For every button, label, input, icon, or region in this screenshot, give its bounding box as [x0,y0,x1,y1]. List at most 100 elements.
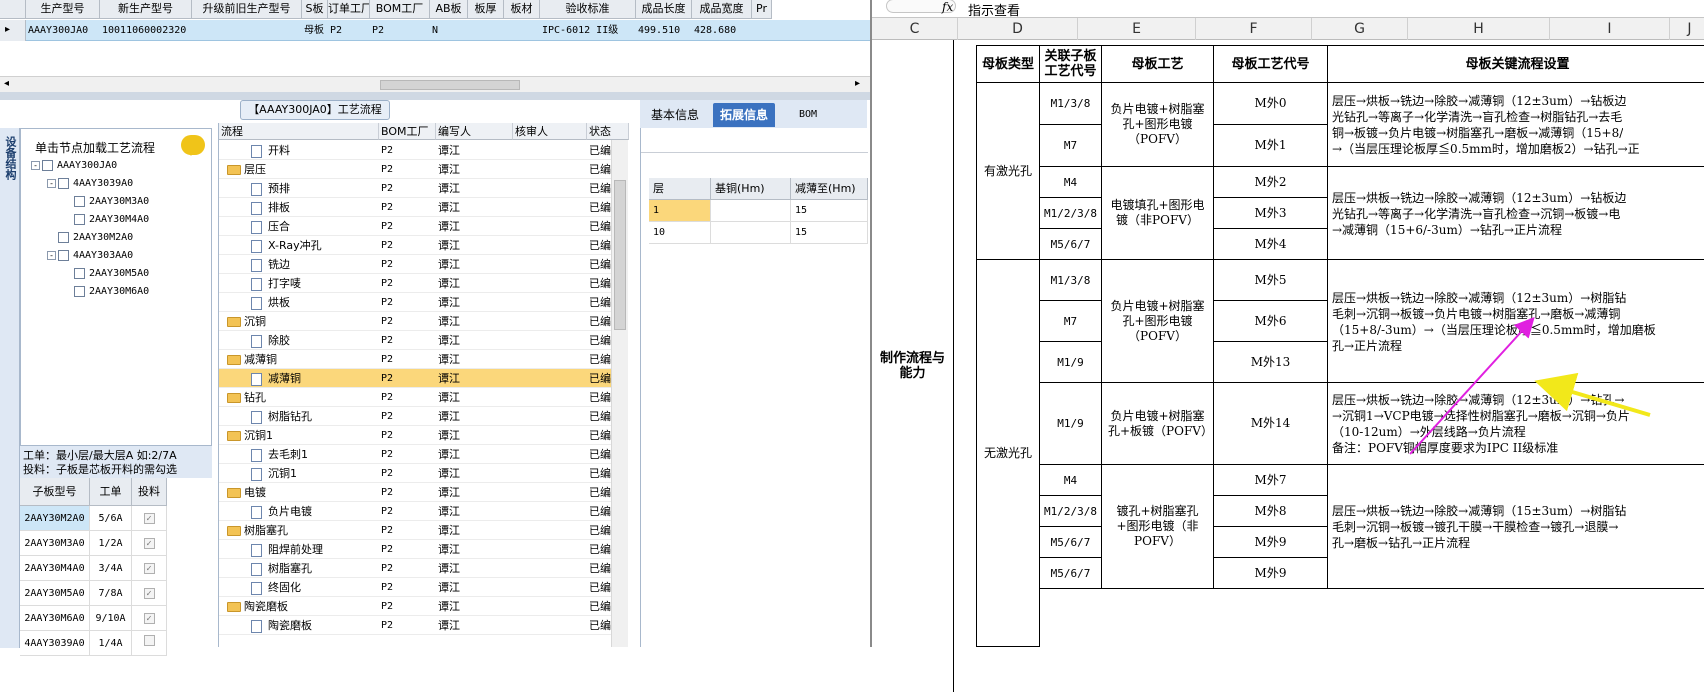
process-name-cell[interactable]: 排板 [251,198,379,217]
mother-code-cell[interactable]: M外5 [1214,260,1328,301]
mother-code-cell[interactable]: M外8 [1214,496,1328,527]
column-header-H[interactable]: H [1408,18,1550,40]
process-name-cell[interactable]: 陶瓷磨板 [251,616,379,635]
sub-feed-cell[interactable] [132,631,167,656]
tree-node[interactable]: 2AAY30M3A0 [63,193,149,210]
tree-expand-icon[interactable]: - [31,160,40,170]
mother-code-cell[interactable]: M外7 [1214,465,1328,496]
grid-cell[interactable]: AAAY300JA0 [26,20,100,41]
type-nolaser[interactable]: 无激光孔 [976,260,1040,647]
scroll-thumb[interactable] [380,80,520,90]
ext-thin-cell[interactable]: 15 [791,200,868,222]
process-row[interactable]: 树脂塞孔P2谭江已编写 [219,559,617,578]
mother-code-cell[interactable]: M外6 [1214,301,1328,342]
grid-cell[interactable] [752,20,772,41]
mother-code-cell[interactable]: M外3 [1214,198,1328,229]
process-row[interactable]: 铣边P2谭江已编写 [219,255,617,274]
tab-extended-info[interactable]: 拓展信息 [713,103,776,127]
col-header-7[interactable]: 板厚 [468,0,504,19]
process-name-cell[interactable]: 终固化 [251,578,379,597]
process-name-cell[interactable]: 沉铜1 [227,426,379,445]
tree-node[interactable]: - 4AAY3039A0 [47,175,133,192]
mother-code-cell[interactable]: M外1 [1214,125,1328,167]
sub-code-cell[interactable]: M1/2/3/8 [1040,496,1102,527]
grid-cell[interactable] [192,20,302,41]
tree-node[interactable]: 2AAY30M5A0 [63,265,149,282]
horizontal-scrollbar[interactable]: ◂ ▸ [0,76,870,92]
grid-cell[interactable]: N [430,20,468,41]
grid-cell[interactable]: 428.680 [692,20,752,41]
col-header-layer[interactable]: 层 [649,178,711,200]
sub-feed-cell[interactable]: ✓ [132,531,167,556]
sub-order-cell[interactable]: 3/4A [90,556,132,581]
sub-code-cell[interactable]: M5/6/7 [1040,527,1102,558]
col-header-reviewer[interactable]: 核审人 [513,123,587,140]
section-label[interactable]: 制作流程与能力 [872,40,954,692]
col-header-bom[interactable]: BOM工厂 [379,123,436,140]
craft-cell[interactable]: 负片电镀+树脂塞孔+图形电镀（POFV） [1102,260,1214,383]
sub-code-cell[interactable]: M1/3/8 [1040,83,1102,125]
sub-order-cell[interactable]: 9/10A [90,606,132,631]
mother-code-cell[interactable]: M外0 [1214,83,1328,125]
process-row[interactable]: 压合P2谭江已编写 [219,217,617,236]
process-name-cell[interactable]: 沉铜 [227,312,379,331]
grid-cell[interactable]: IPC-6012 II级 [540,20,636,41]
process-row[interactable]: 沉铜1P2谭江已编写 [219,426,617,445]
sub-code-cell[interactable]: M1/9 [1040,342,1102,383]
col-header-8[interactable]: 板材 [504,0,540,19]
column-header-J[interactable]: J [1670,18,1704,40]
grid-cell[interactable]: 499.510 [636,20,692,41]
process-name-cell[interactable]: 开料 [251,141,379,160]
craft-cell[interactable]: 电镀填孔+图形电镀（非POFV） [1102,167,1214,260]
process-name-cell[interactable]: 减薄铜 [227,350,379,369]
grid-cell[interactable] [468,20,504,41]
ext-layer-cell[interactable]: 1 [649,200,711,222]
craft-cell[interactable]: 镀孔+树脂塞孔+图形电镀（非POFV） [1102,465,1214,589]
sub-model-cell[interactable]: 4AAY3039A0 [20,631,90,656]
process-row[interactable]: 预排P2谭江已编写 [219,179,617,198]
sub-code-cell[interactable]: M1/2/3/8 [1040,198,1102,229]
process-name-cell[interactable]: 烘板 [251,293,379,312]
process-row[interactable]: 阻焊前处理P2谭江已编写 [219,540,617,559]
process-row[interactable]: 去毛刺1P2谭江已编写 [219,445,617,464]
col-header-1[interactable]: 新生产型号 [100,0,192,19]
sub-feed-cell[interactable]: ✓ [132,606,167,631]
table-header-2[interactable]: 母板工艺 [1102,45,1214,83]
col-header-2[interactable]: 升级前旧生产型号 [192,0,302,19]
process-name-cell[interactable]: 减薄铜 [251,369,379,388]
process-name-cell[interactable]: X-Ray冲孔 [251,236,379,255]
tab-basic-info[interactable]: 基本信息 [644,103,706,127]
col-header-base-copper[interactable]: 基铜(Hm) [711,178,791,200]
process-name-cell[interactable]: 除胶 [251,331,379,350]
mother-code-cell[interactable]: M外9 [1214,558,1328,589]
process-row[interactable]: 钻孔P2谭江已编写 [219,388,617,407]
tree-node[interactable]: - 4AAY303AA0 [47,247,133,264]
process-name-cell[interactable]: 树脂塞孔 [251,559,379,578]
process-row[interactable]: 电镀P2谭江已编写 [219,483,617,502]
process-row[interactable]: 树脂塞孔P2谭江已编写 [219,521,617,540]
col-header-5[interactable]: BOM工厂 [370,0,430,19]
sub-code-cell[interactable]: M4 [1040,167,1102,198]
mother-code-cell[interactable]: M外14 [1214,383,1328,465]
table-header-1[interactable]: 关联子板工艺代号 [1040,45,1102,83]
process-row[interactable]: 除胶P2谭江已编写 [219,331,617,350]
process-name-cell[interactable]: 铣边 [251,255,379,274]
process-row[interactable]: 终固化P2谭江已编写 [219,578,617,597]
col-header-order[interactable]: 工单 [90,478,132,506]
tree-node[interactable]: 2AAY30M2A0 [47,229,133,246]
col-header-9[interactable]: 验收标准 [540,0,636,19]
sub-feed-cell[interactable]: ✓ [132,581,167,606]
process-row[interactable]: 沉铜1P2谭江已编写 [219,464,617,483]
col-header-status[interactable]: 状态 [587,123,629,140]
scroll-right-icon[interactable]: ▸ [855,78,860,89]
feed-checkbox[interactable]: ✓ [143,588,155,599]
table-header-0[interactable]: 母板类型 [976,45,1040,83]
grid-cell[interactable] [504,20,540,41]
ext-base-cell[interactable] [711,200,791,222]
process-row[interactable]: 排板P2谭江已编写 [219,198,617,217]
mother-code-cell[interactable]: M外9 [1214,527,1328,558]
sub-code-cell[interactable]: M4 [1040,465,1102,496]
process-row[interactable]: 树脂钻孔P2谭江已编写 [219,407,617,426]
scroll-left-icon[interactable]: ◂ [4,78,9,89]
sub-order-cell[interactable]: 5/6A [90,506,132,531]
